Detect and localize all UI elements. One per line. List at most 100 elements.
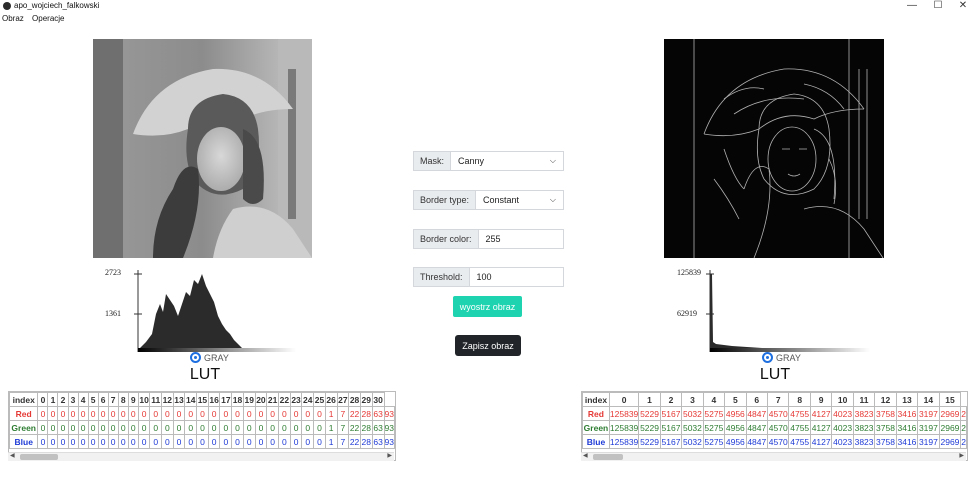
threshold-label: Threshold: — [414, 268, 470, 286]
mask-select[interactable]: Mask: Canny ⌵ — [413, 151, 564, 171]
table-cell: 5032 — [681, 406, 704, 421]
column-header: 23 — [289, 392, 303, 407]
right-gray-label: GRAY — [776, 352, 801, 363]
table-cell: 0 — [278, 434, 291, 449]
column-header: 3 — [681, 392, 704, 407]
scroll-left-icon[interactable]: ◀ — [10, 452, 15, 459]
table-cell: 0 — [172, 420, 186, 435]
table-cell: 0 — [117, 406, 129, 421]
save-button[interactable]: Zapisz obraz — [455, 335, 521, 356]
table-cell: 0 — [254, 420, 268, 435]
table-cell: 0 — [266, 420, 279, 435]
right-hist-max: 125839 — [677, 268, 701, 277]
table-cell: 2969 — [938, 434, 962, 449]
minimize-icon[interactable]: — — [902, 0, 922, 12]
row-label: Blue — [582, 434, 610, 449]
table-cell: 0 — [77, 406, 89, 421]
table-cell: 0 — [184, 406, 198, 421]
column-header: 1 — [638, 392, 661, 407]
table-cell: 5229 — [638, 420, 661, 435]
table-cell: 0 — [313, 434, 326, 449]
table-cell: 0 — [149, 406, 162, 421]
table-header-row: index 0 1 2 3 4 5 6 7 8 9 10 11 12 13 14 15 — [582, 392, 967, 407]
column-header: 9 — [809, 392, 833, 407]
table-cell: 5032 — [681, 434, 704, 449]
table-cell: 2 — [960, 406, 967, 421]
table-cell: 0 — [242, 406, 256, 421]
table-row: Green 125839 5229 5167 5032 5275 4956 4847 4570 4… — [582, 420, 967, 435]
table-cell: 4847 — [745, 434, 769, 449]
table-row: Blue 125839 5229 5167 5032 5275 4956 4847 4570 47… — [582, 434, 967, 449]
menu-operacje[interactable]: Operacje — [32, 14, 64, 23]
table-cell: 3416 — [895, 406, 919, 421]
column-header: 4 — [77, 392, 89, 407]
column-header: 19 — [242, 392, 256, 407]
border-type-select[interactable]: Border type: Constant ⌵ — [413, 190, 564, 210]
scroll-left-icon[interactable]: ◀ — [583, 452, 588, 459]
table-cell: 0 — [107, 434, 119, 449]
table-cell: 5275 — [702, 420, 726, 435]
left-table-scrollbar[interactable]: ◀ ▶ — [8, 452, 394, 461]
table-cell: 125839 — [608, 420, 640, 435]
scroll-thumb[interactable] — [593, 454, 623, 460]
table-cell: 0 — [37, 420, 49, 435]
column-header: 6 — [97, 392, 109, 407]
table-cell: 0 — [117, 420, 129, 435]
table-cell: 0 — [87, 434, 99, 449]
column-header: 10 — [137, 392, 151, 407]
table-cell: 0 — [57, 434, 69, 449]
column-header: 3 — [67, 392, 79, 407]
table-cell: 0 — [196, 420, 209, 435]
table-cell: 7 — [336, 406, 350, 421]
close-icon[interactable]: ✕ — [953, 0, 973, 12]
table-cell: 3823 — [852, 420, 876, 435]
table-cell: 0 — [127, 406, 139, 421]
window-title: apo_wojciech_falkowski — [14, 1, 100, 10]
scroll-right-icon[interactable]: ▶ — [959, 452, 964, 459]
radio-icon — [190, 352, 201, 363]
table-cell: 0 — [196, 434, 209, 449]
maximize-icon[interactable]: ☐ — [928, 0, 948, 12]
threshold-input[interactable]: Threshold: 100 — [413, 267, 564, 287]
right-lut-title: LUT — [759, 366, 791, 383]
scroll-thumb[interactable] — [20, 454, 58, 460]
table-cell: 0 — [184, 434, 198, 449]
table-cell: 0 — [231, 420, 244, 435]
scroll-right-icon[interactable]: ▶ — [387, 452, 392, 459]
border-color-input[interactable]: Border color: 255 — [413, 229, 564, 249]
column-header: 12 — [160, 392, 174, 407]
left-hist-max: 2723 — [105, 268, 121, 277]
table-cell: 0 — [242, 420, 256, 435]
table-cell: 0 — [172, 434, 186, 449]
menu-obraz[interactable]: Obraz — [2, 14, 24, 23]
table-cell: 0 — [37, 434, 49, 449]
column-header: 0 — [37, 392, 49, 407]
table-cell: 0 — [266, 406, 279, 421]
table-cell: 4755 — [788, 420, 811, 435]
left-lut-title: LUT — [189, 366, 221, 383]
column-header: 14 — [917, 392, 940, 407]
table-cell: 1 — [324, 406, 338, 421]
column-header: 30 — [371, 392, 385, 407]
border-color-label: Border color: — [414, 230, 479, 248]
chevron-down-icon: ⌵ — [549, 156, 556, 165]
table-cell: 63 — [371, 420, 385, 435]
column-header: index — [9, 392, 39, 407]
column-header: 26 — [324, 392, 338, 407]
table-cell: 2 — [960, 434, 967, 449]
table-cell: 0 — [37, 406, 49, 421]
table-cell: 3823 — [852, 434, 876, 449]
table-cell: 3197 — [917, 406, 940, 421]
left-histogram: 2723 1361 — [100, 264, 300, 354]
right-gray-radio[interactable]: GRAY — [762, 352, 801, 363]
left-gray-label: GRAY — [204, 352, 229, 363]
table-row: Green 0 0 0 0 0 0 0 0 0 0 0 0 0 0 0 0 0 0 0 0 0 0 0 0 0 0 1 7 22 28 63 9… — [9, 420, 395, 435]
column-header: 4 — [702, 392, 726, 407]
table-cell: 93 — [383, 406, 395, 421]
column-header: 5 — [87, 392, 99, 407]
table-cell: 0 — [137, 420, 151, 435]
table-cell: 28 — [359, 420, 373, 435]
right-table-scrollbar[interactable]: ◀ ▶ — [581, 452, 966, 461]
sharpen-button[interactable]: wyostrz obraz — [453, 296, 522, 317]
left-gray-radio[interactable]: GRAY — [190, 352, 229, 363]
